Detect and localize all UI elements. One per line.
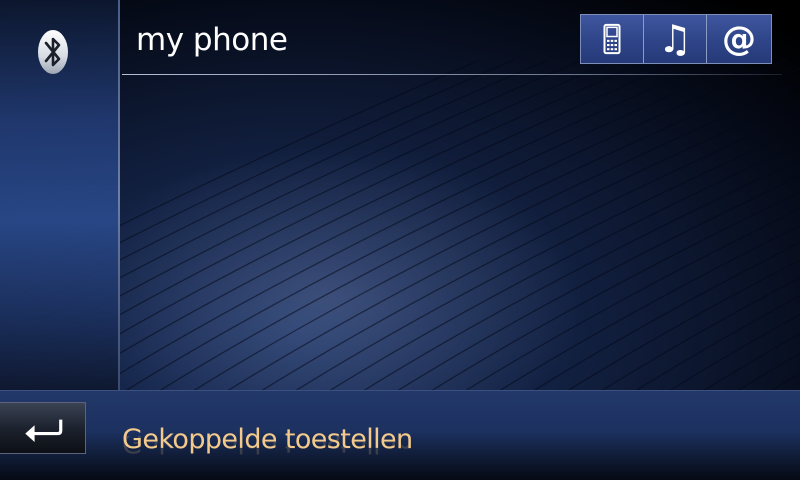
at-sign-icon: @ (722, 19, 756, 59)
back-arrow-icon (24, 419, 62, 442)
mobile-phone-icon (603, 23, 621, 55)
title-divider (122, 74, 782, 75)
music-mode-button[interactable]: ♫ (644, 15, 707, 63)
music-note-icon: ♫ (657, 17, 693, 61)
back-button[interactable] (0, 402, 86, 454)
bluetooth-icon (38, 30, 68, 74)
mode-button-group: ♫ @ (580, 14, 772, 64)
internet-mode-button[interactable]: @ (707, 15, 771, 63)
page-title: my phone (136, 22, 288, 58)
phone-mode-button[interactable] (581, 15, 644, 63)
screen: my phone ♫ @ Gekoppelde toestellen Gekop… (0, 0, 800, 480)
left-divider (118, 0, 120, 392)
status-text-reflection: Gekoppelde toestellen (122, 436, 413, 458)
